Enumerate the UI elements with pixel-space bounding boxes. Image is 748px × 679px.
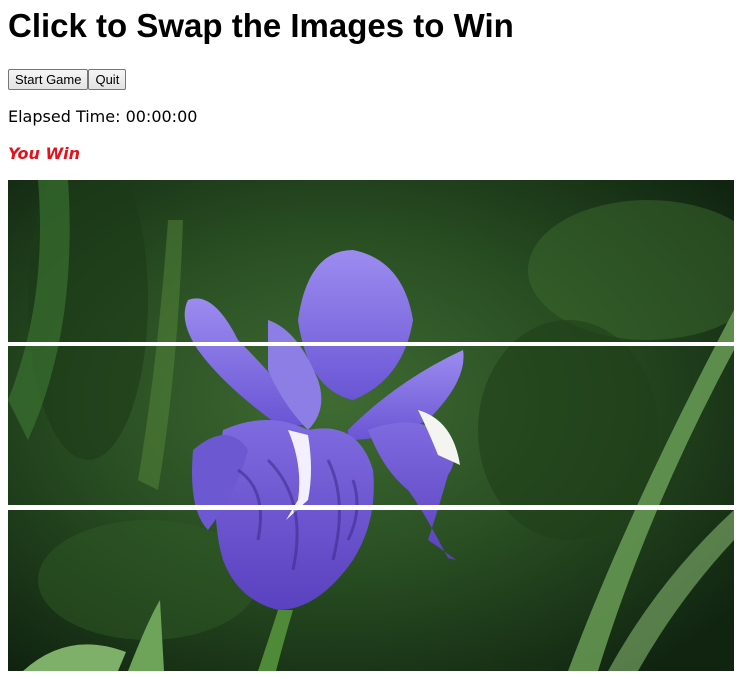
start-game-button[interactable]: Start Game xyxy=(8,69,89,90)
iris-image xyxy=(8,510,734,671)
elapsed-time: Elapsed Time: 00:00:00 xyxy=(8,107,198,126)
status-message: You Win xyxy=(8,144,80,163)
puzzle-piece-2[interactable] xyxy=(8,346,734,505)
button-row: Start Game Quit xyxy=(8,69,127,90)
puzzle-piece-1[interactable] xyxy=(8,180,734,342)
iris-image xyxy=(8,346,734,505)
iris-image xyxy=(8,180,734,342)
page-title: Click to Swap the Images to Win xyxy=(8,7,514,44)
quit-button[interactable]: Quit xyxy=(88,69,127,90)
puzzle-piece-3[interactable] xyxy=(8,510,734,671)
puzzle-board xyxy=(8,180,734,671)
